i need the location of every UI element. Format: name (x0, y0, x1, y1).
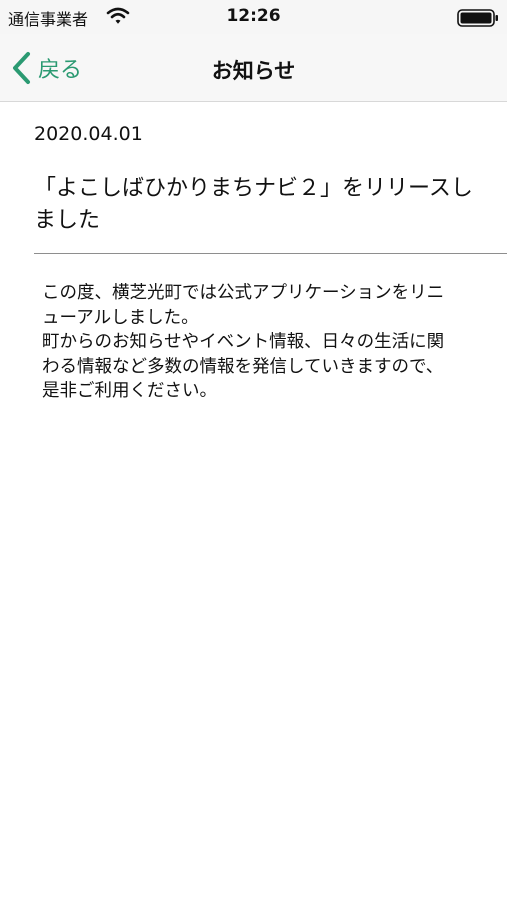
divider (34, 253, 507, 254)
battery-icon (457, 9, 498, 27)
navigation-bar: 戻る お知らせ (0, 34, 507, 102)
status-time: 12:26 (226, 6, 281, 26)
notice-body: この度、横芝光町では公式アプリケーションをリニューアルしました。 町からのお知ら… (42, 283, 445, 401)
notice-headline: 「よこしばひかりまちナビ２」をリリースしました (34, 176, 473, 233)
page-title: お知らせ (211, 59, 296, 83)
notice-date: 2020.04.01 (34, 123, 143, 145)
status-bar: 通信事業者 12:26 (0, 0, 507, 34)
